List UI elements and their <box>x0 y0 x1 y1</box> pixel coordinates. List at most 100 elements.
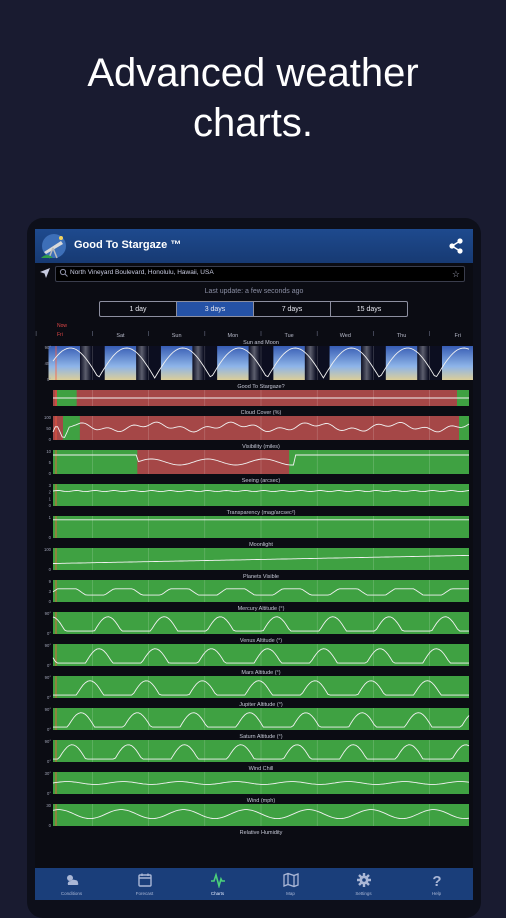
panel-title: Sun and Moon <box>243 340 279 346</box>
y-tick-label: 90° <box>45 345 52 350</box>
daylight-band <box>48 346 80 380</box>
panel-title: Visibility (miles) <box>242 444 280 450</box>
y-tick-label: 0° <box>47 663 51 668</box>
help-icon: ? <box>432 873 441 888</box>
y-tick-label: 30 <box>46 803 51 808</box>
y-tick-label: 3 <box>49 483 52 488</box>
y-tick-label: 50 <box>46 426 51 431</box>
location-row: North Vineyard Boulevard, Honolulu, Hawa… <box>35 263 473 285</box>
y-tick-label: 0 <box>49 471 52 476</box>
day-label: Wed <box>340 333 351 339</box>
now-label: Now <box>57 323 67 329</box>
y-tick-label: 2 <box>49 490 52 495</box>
panel-title: Mercury Altitude (°) <box>238 606 285 612</box>
calendar-icon <box>137 873 152 887</box>
daylight-band <box>442 346 473 380</box>
panel-title: Cloud Cover (%) <box>241 410 282 416</box>
panel-title: Moonlight <box>249 542 273 548</box>
day-label: Mon <box>228 333 239 339</box>
panel-title: Wind (mph) <box>247 798 276 804</box>
y-tick-label: 0° <box>47 727 51 732</box>
panel-title: Mars Altitude (°) <box>241 670 280 676</box>
y-tick-label: 5 <box>49 460 52 465</box>
y-tick-label: 0° <box>47 791 51 796</box>
panel-title: Relative Humidity <box>240 830 283 836</box>
last-update-text: Last update: a few seconds ago <box>204 288 304 295</box>
nav-help[interactable]: ? Help <box>400 868 473 900</box>
y-tick-label: 0 <box>49 599 52 604</box>
y-tick-label: 1 <box>49 515 52 520</box>
y-tick-label: 0° <box>47 631 51 636</box>
y-tick-label: 0 <box>49 437 52 442</box>
headline: Advanced weather charts. <box>0 48 506 148</box>
share-icon[interactable] <box>447 237 465 255</box>
map-icon <box>282 872 299 888</box>
headline-line-2: charts. <box>192 101 314 145</box>
panel-title: Saturn Altitude (°) <box>239 734 282 740</box>
panel-title: Good To Stargaze? <box>237 384 284 390</box>
headline-line-1: Advanced weather <box>87 51 419 95</box>
range-7-days[interactable]: 7 days <box>254 302 331 316</box>
day-label: Tue <box>284 333 293 339</box>
range-3-days[interactable]: 3 days <box>177 302 254 316</box>
y-tick-label: 100 <box>44 415 52 420</box>
charts-icon <box>210 872 225 888</box>
daylight-band <box>160 346 193 380</box>
day-label-first: Fri <box>57 332 63 338</box>
nav-label-help: Help <box>431 891 442 896</box>
y-tick-label: 0° <box>47 377 51 382</box>
svg-text:?: ? <box>432 873 441 888</box>
daylight-band <box>217 346 249 380</box>
daylight-band <box>329 346 362 380</box>
daylight-band <box>104 346 137 380</box>
panel-title: Seeing (arcsec) <box>242 478 281 484</box>
nav-charts[interactable]: Charts <box>181 868 254 900</box>
y-tick-label: 0 <box>49 503 52 508</box>
daylight-band <box>273 346 305 380</box>
y-tick-label: 0 <box>49 535 52 540</box>
gear-icon <box>356 873 371 887</box>
y-tick-label: 0° <box>47 695 51 700</box>
telescope-logo-icon <box>41 234 66 259</box>
panel-title: Jupiter Altitude (°) <box>239 702 283 708</box>
location-search-input[interactable]: North Vineyard Boulevard, Honolulu, Hawa… <box>55 266 465 282</box>
day-label: Thu <box>397 333 406 339</box>
nav-map[interactable]: Map <box>254 868 327 900</box>
nav-label-settings: Settings <box>355 891 372 896</box>
panel-title: Planets Visible <box>243 574 279 580</box>
y-tick-label: 45° <box>45 361 52 366</box>
y-tick-label: 0 <box>49 823 52 828</box>
y-tick-label: 90° <box>45 707 52 712</box>
nav-conditions[interactable]: Conditions <box>35 868 108 900</box>
location-arrow-icon[interactable] <box>39 267 51 279</box>
weather-icon <box>66 875 78 885</box>
y-tick-label: 90° <box>45 739 52 744</box>
nav-settings[interactable]: Settings <box>327 868 400 900</box>
daylight-band <box>385 346 418 380</box>
y-tick-label: 90° <box>45 611 52 616</box>
nav-label-map: Map <box>286 891 295 896</box>
nav-forecast[interactable]: Forecast <box>108 868 181 900</box>
day-label: Fri <box>455 333 461 339</box>
app-title: Good To Stargaze ™ <box>74 239 182 251</box>
y-tick-label: 3 <box>49 589 52 594</box>
weather-charts[interactable]: Now Sat Sun Mon Tue Wed Thu Fri Fri Sun and Moon 9… <box>35 321 473 868</box>
app-screen: Good To Stargaze ™ North Vineyard Boulev… <box>35 229 473 900</box>
y-tick-label: 30° <box>45 771 52 776</box>
y-tick-label: 90° <box>45 643 52 648</box>
y-tick-label: 10 <box>46 449 51 454</box>
favorite-star-icon[interactable]: ☆ <box>452 268 460 280</box>
panel-title: Wind Chill <box>249 766 274 772</box>
nav-label-charts: Charts <box>210 891 225 896</box>
bottom-navigation: Conditions Forecast Charts Map Settings … <box>35 868 473 900</box>
panel-title: Transparency (mag/arcsec²) <box>227 510 296 516</box>
y-tick-label: 90° <box>45 675 52 680</box>
range-1-day[interactable]: 1 day <box>100 302 177 316</box>
range-15-days[interactable]: 15 days <box>331 302 407 316</box>
y-tick-label: 1 <box>49 496 52 501</box>
day-label: Sun <box>172 333 182 339</box>
cloud-clear-band <box>459 416 469 440</box>
day-label: Sat <box>116 333 125 339</box>
y-tick-label: 100 <box>44 547 52 552</box>
nav-label-forecast: Forecast <box>135 891 154 896</box>
